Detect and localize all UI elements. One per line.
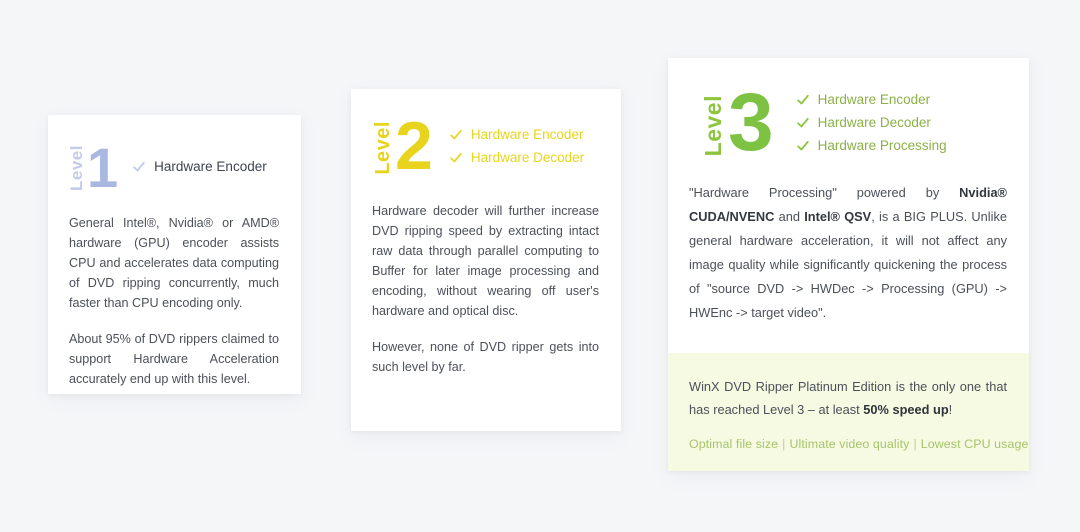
feature-row: Hardware Processing: [796, 138, 947, 153]
level-2-number: 2: [395, 107, 433, 184]
level-1-body: General Intel®, Nvidia® or AMD® hardware…: [48, 191, 301, 389]
level-3-header: Level 3 Hardware Encoder Hardware Decode…: [668, 58, 1029, 168]
level-1-header: Level 1 Hardware Encoder: [48, 115, 301, 200]
level-2-paragraph-1: Hardware decoder will further increase D…: [372, 203, 599, 318]
link-separator: |: [782, 437, 786, 451]
level-1-card: Level 1 Hardware Encoder General Intel®,…: [48, 115, 301, 394]
feature-row: Hardware Decoder: [449, 150, 584, 165]
level-2-card: Level 2 Hardware Encoder Hardware Decode…: [351, 89, 621, 431]
level-2-body: Hardware decoder will further increase D…: [351, 175, 621, 377]
level-1-paragraph-1: General Intel®, Nvidia® or AMD® hardware…: [69, 215, 279, 310]
feature-label: Hardware Decoder: [470, 150, 585, 166]
level-3-feature-list: Hardware Encoder Hardware Decoder Hardwa…: [796, 88, 947, 157]
level-1-number: 1: [87, 136, 119, 200]
level-2-feature-list: Hardware Encoder Hardware Decoder: [449, 123, 584, 169]
level-1-badge: Level 1: [67, 136, 119, 200]
level-2-paragraph-2: However, none of DVD ripper gets into su…: [372, 339, 599, 374]
feature-label: Hardware Decoder: [817, 115, 931, 130]
levels-comparison-stage: Level 1 Hardware Encoder General Intel®,…: [0, 0, 1080, 532]
check-icon: [133, 161, 145, 172]
level-3-highlight-text: WinX DVD Ripper Platinum Edition is the …: [689, 379, 1007, 417]
link-separator: |: [913, 437, 917, 451]
level-3-badge: Level 3: [700, 76, 774, 168]
feature-row: Hardware Encoder: [449, 127, 584, 142]
level-1-feature-list: Hardware Encoder: [132, 155, 267, 178]
link-optimal-file-size[interactable]: Optimal file size: [689, 437, 778, 451]
level-1-word: Level: [67, 145, 86, 191]
feature-label: Hardware Encoder: [817, 92, 931, 107]
level-2-header: Level 2 Hardware Encoder Hardware Decode…: [351, 89, 621, 184]
level-3-benefit-links: Optimal file size | Ultimate video quality…: [689, 437, 1028, 451]
check-icon: [796, 94, 809, 104]
level-2-word: Level: [372, 121, 394, 175]
feature-label: Hardware Encoder: [470, 127, 584, 143]
level-3-number: 3: [728, 76, 774, 168]
feature-row: Hardware Decoder: [796, 115, 947, 130]
check-icon: [450, 129, 462, 140]
link-lowest-cpu-usage[interactable]: Lowest CPU usage: [921, 437, 1029, 451]
feature-row: Hardware Encoder: [132, 159, 267, 174]
check-icon: [796, 140, 809, 150]
level-3-highlight-panel: WinX DVD Ripper Platinum Edition is the …: [668, 353, 1029, 471]
level-3-paragraph-1: "Hardware Processing" powered by Nvidia®…: [689, 185, 1007, 320]
level-2-badge: Level 2: [372, 107, 433, 184]
check-icon: [450, 152, 462, 163]
level-3-body: "Hardware Processing" powered by Nvidia®…: [668, 157, 1029, 325]
feature-label: Hardware Encoder: [154, 159, 267, 175]
link-ultimate-video-quality[interactable]: Ultimate video quality: [789, 437, 909, 451]
check-icon: [796, 117, 809, 127]
level-1-paragraph-2: About 95% of DVD rippers claimed to supp…: [69, 331, 279, 386]
feature-row: Hardware Encoder: [796, 92, 947, 107]
feature-label: Hardware Processing: [817, 138, 947, 153]
level-3-card: Level 3 Hardware Encoder Hardware Decode…: [668, 58, 1029, 471]
level-3-word: Level: [700, 94, 726, 157]
